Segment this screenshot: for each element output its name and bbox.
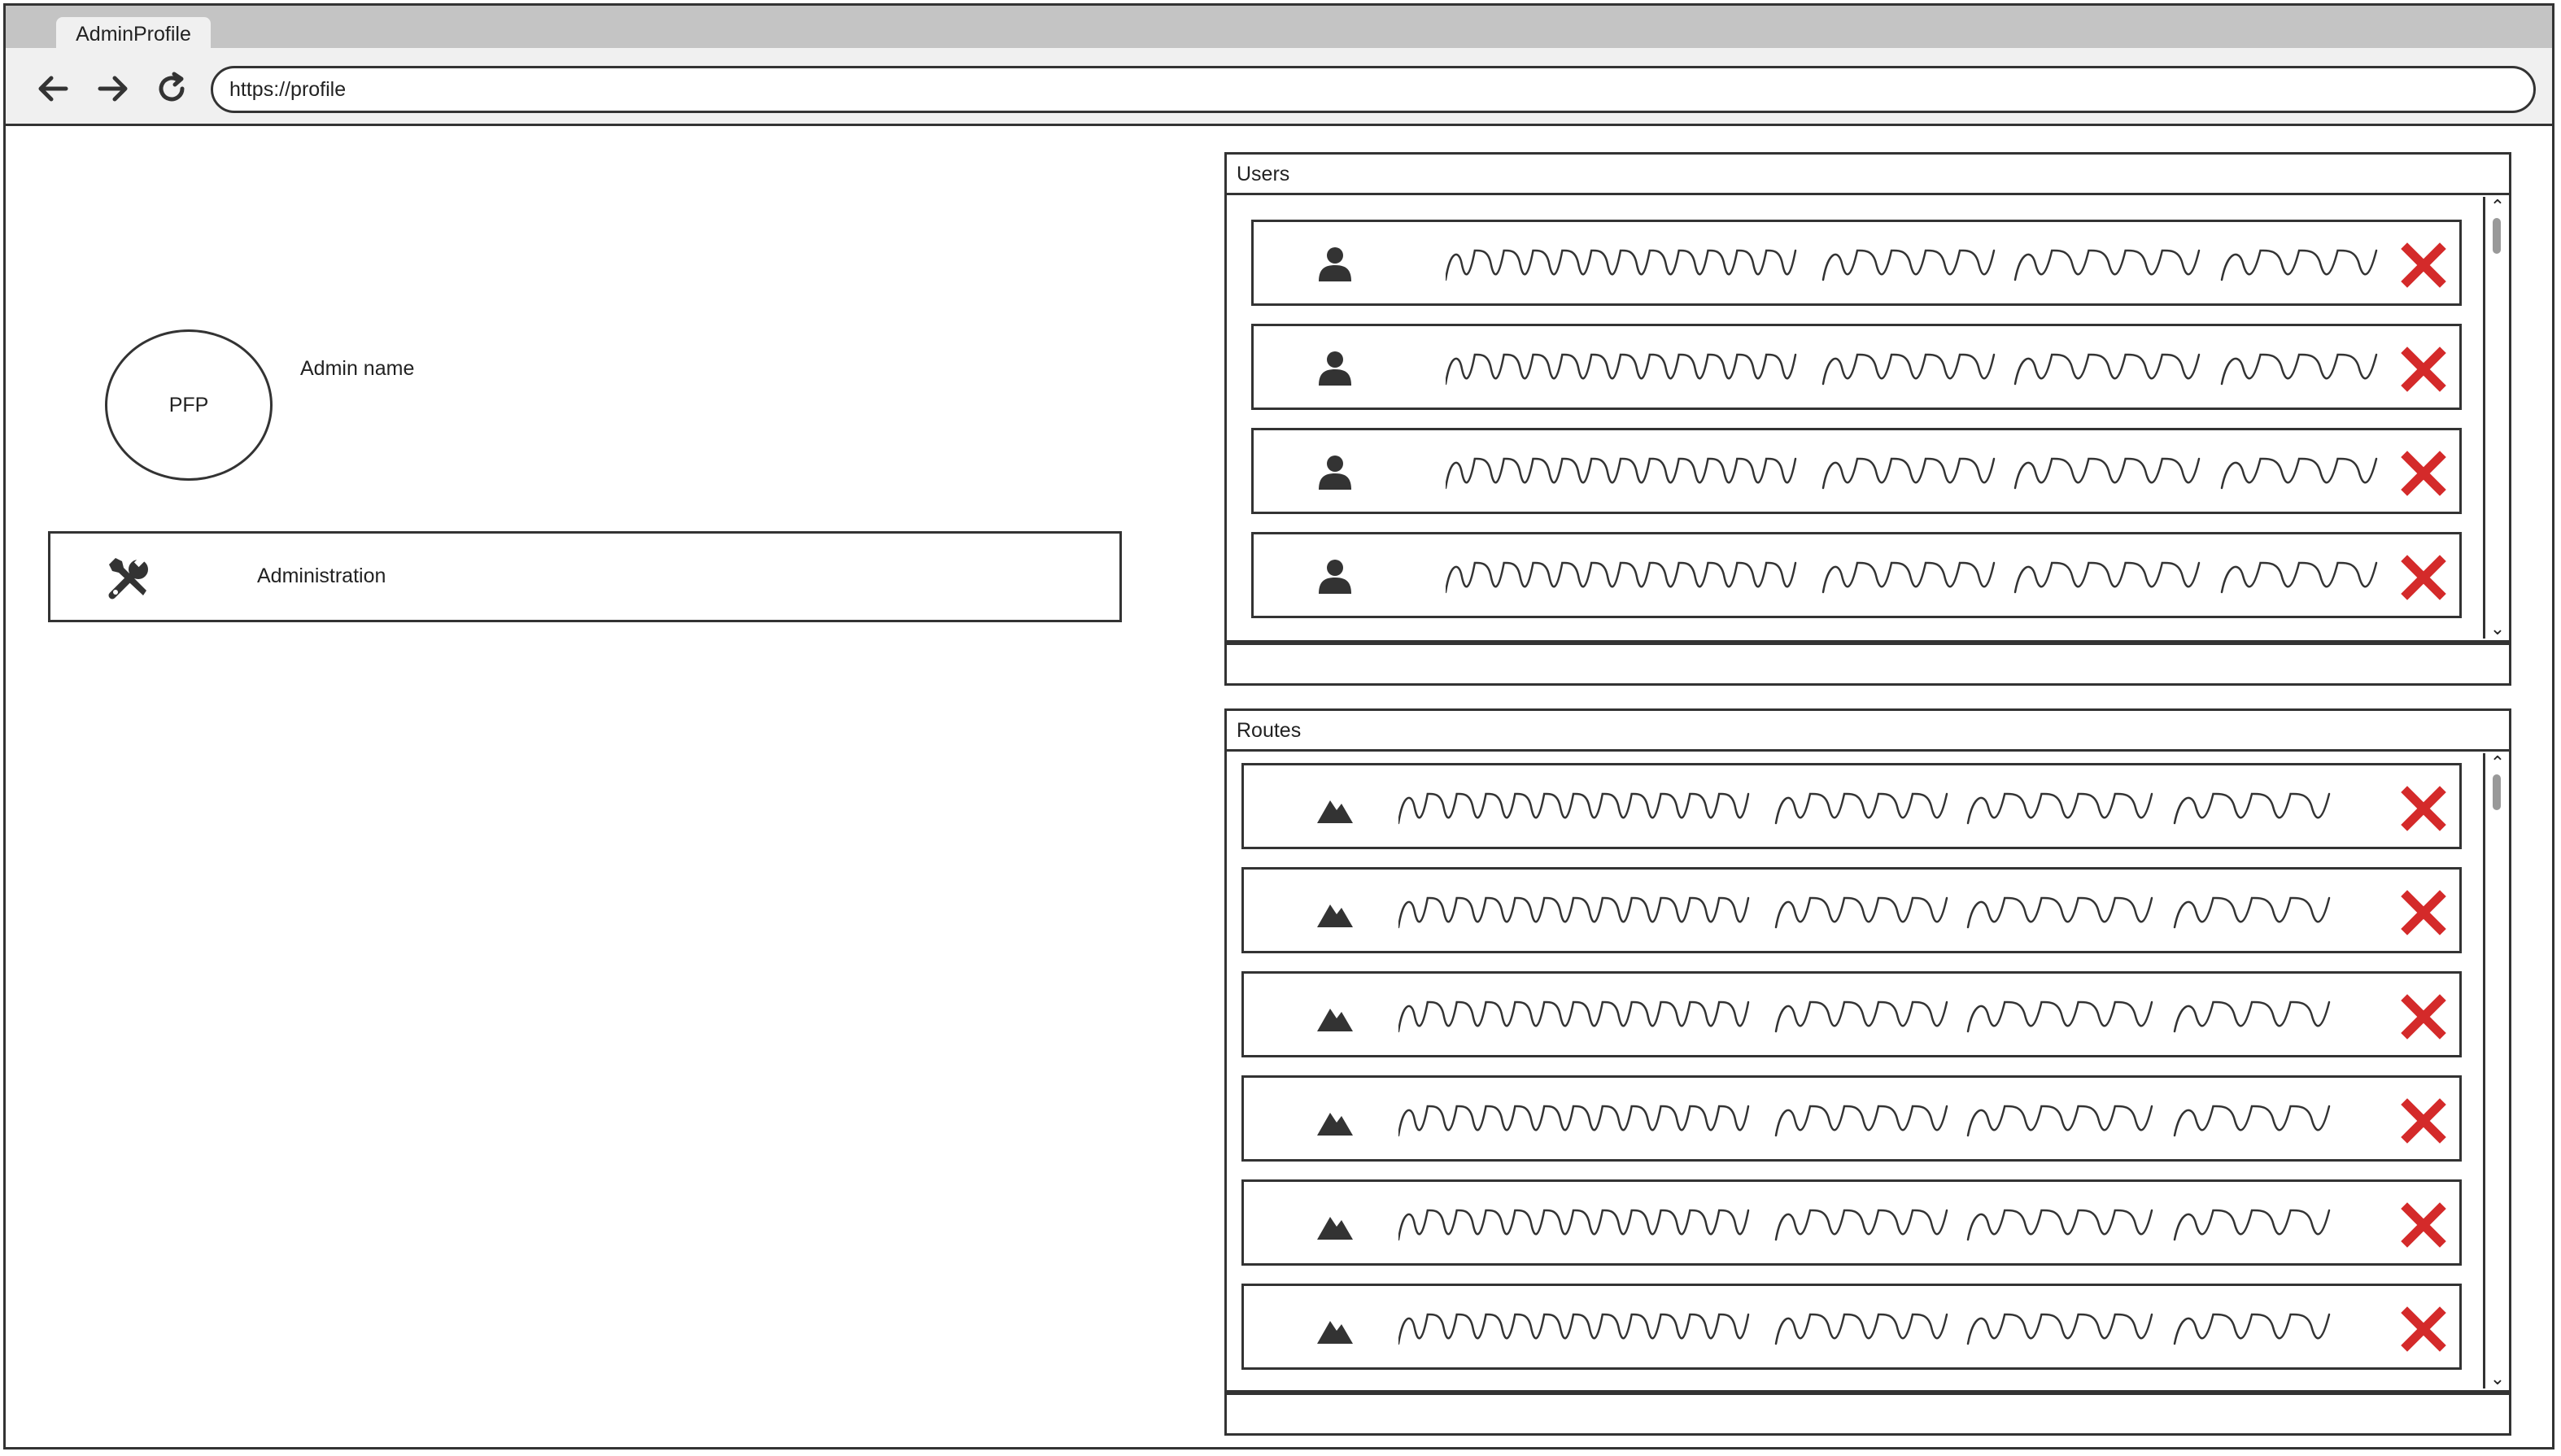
delete-route-button[interactable] xyxy=(2401,890,2446,935)
browser-toolbar: https://profile xyxy=(6,48,2552,126)
scroll-down-icon[interactable]: ⌄ xyxy=(2485,619,2510,639)
route-list-item[interactable] xyxy=(1241,763,2462,849)
tools-icon xyxy=(108,555,148,599)
routes-panel-title: Routes xyxy=(1227,711,2509,752)
delete-route-button[interactable] xyxy=(2401,1098,2446,1144)
delete-user-button[interactable] xyxy=(2401,242,2446,288)
placeholder-text xyxy=(1398,1000,2331,1033)
users-panel-title: Users xyxy=(1227,155,2509,195)
user-icon xyxy=(1319,351,1351,386)
delete-user-button[interactable] xyxy=(2401,347,2446,392)
mountain-icon xyxy=(1317,1217,1353,1240)
users-panel-footer xyxy=(1227,643,2509,683)
route-list-item[interactable] xyxy=(1241,1179,2462,1266)
scroll-up-icon[interactable]: ⌃ xyxy=(2485,197,2510,216)
route-list-item[interactable] xyxy=(1241,1284,2462,1370)
route-list-item[interactable] xyxy=(1241,1075,2462,1162)
placeholder-text xyxy=(1446,353,2378,386)
user-list-item[interactable] xyxy=(1251,532,2462,618)
administration-menu-item[interactable]: Administration xyxy=(48,531,1122,622)
delete-user-button[interactable] xyxy=(2401,451,2446,496)
routes-list[interactable]: ⌃ ⌄ xyxy=(1227,752,2509,1393)
scroll-down-icon[interactable]: ⌄ xyxy=(2485,1369,2510,1388)
mountain-icon xyxy=(1317,800,1353,823)
mountain-icon xyxy=(1317,1113,1353,1136)
avatar-text: PFP xyxy=(168,393,209,416)
user-list-item[interactable] xyxy=(1251,324,2462,410)
delete-route-button[interactable] xyxy=(2401,994,2446,1040)
routes-panel-footer xyxy=(1227,1393,2509,1433)
routes-scrollbar[interactable]: ⌃ ⌄ xyxy=(2483,753,2507,1388)
user-icon xyxy=(1319,560,1351,594)
users-scrollbar[interactable]: ⌃ ⌄ xyxy=(2483,197,2507,639)
reload-button[interactable] xyxy=(149,66,194,111)
route-list-item[interactable] xyxy=(1241,867,2462,953)
tab-strip: AdminProfile xyxy=(6,6,2552,51)
placeholder-text xyxy=(1446,561,2378,594)
user-icon xyxy=(1319,456,1351,490)
reload-icon xyxy=(159,72,185,102)
placeholder-text xyxy=(1398,1313,2331,1345)
browser-window: AdminProfile https://profile PFP Admin n… xyxy=(3,3,2554,1449)
mountain-icon xyxy=(1317,905,1353,927)
mountain-icon xyxy=(1317,1321,1353,1344)
administration-label: Administration xyxy=(257,565,386,587)
placeholder-text xyxy=(1398,792,2331,825)
scroll-up-icon[interactable]: ⌃ xyxy=(2485,753,2510,773)
tab-adminprofile[interactable]: AdminProfile xyxy=(56,17,211,51)
user-list-item[interactable] xyxy=(1251,220,2462,306)
placeholder-text xyxy=(1398,1105,2331,1137)
mountain-icon xyxy=(1317,1009,1353,1031)
avatar: PFP xyxy=(105,329,273,481)
placeholder-text xyxy=(1398,896,2331,929)
back-button[interactable] xyxy=(30,66,76,111)
delete-route-button[interactable] xyxy=(2401,1202,2446,1248)
routes-scroll-thumb[interactable] xyxy=(2493,774,2501,810)
delete-route-button[interactable] xyxy=(2401,1306,2446,1352)
users-scroll-thumb[interactable] xyxy=(2493,218,2501,254)
placeholder-text xyxy=(1446,249,2378,281)
users-panel: Users ⌃ ⌄ xyxy=(1224,152,2511,686)
forward-button[interactable] xyxy=(90,66,136,111)
url-input[interactable]: https://profile xyxy=(211,66,2536,113)
placeholder-text xyxy=(1398,1209,2331,1241)
admin-name: Admin name xyxy=(300,357,415,380)
placeholder-text xyxy=(1446,457,2378,490)
route-list-item[interactable] xyxy=(1241,971,2462,1057)
forward-icon xyxy=(98,76,128,102)
user-list-item[interactable] xyxy=(1251,428,2462,514)
user-icon xyxy=(1319,247,1351,281)
users-list[interactable]: ⌃ ⌄ xyxy=(1227,195,2509,643)
delete-user-button[interactable] xyxy=(2401,555,2446,600)
delete-route-button[interactable] xyxy=(2401,786,2446,831)
back-icon xyxy=(38,76,68,102)
routes-panel: Routes ⌃ ⌄ xyxy=(1224,708,2511,1436)
